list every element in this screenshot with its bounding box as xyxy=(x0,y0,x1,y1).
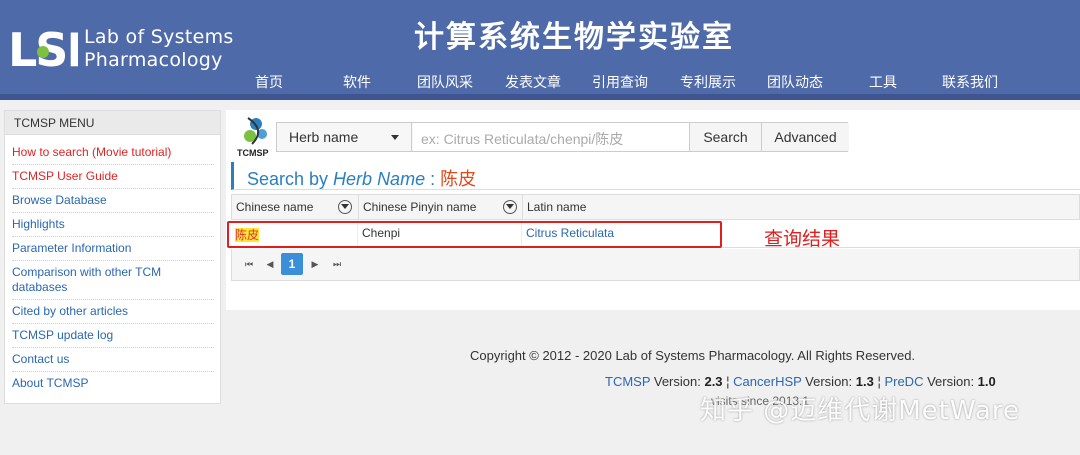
predc-link[interactable]: PreDC xyxy=(884,374,923,389)
menu-item-about[interactable]: About TCMSP xyxy=(12,372,214,395)
tcmsp-menu: TCMSP MENU How to search (Movie tutorial… xyxy=(4,110,221,404)
nav-contact[interactable]: 联系我们 xyxy=(942,72,998,92)
tcmsp-link[interactable]: TCMSP xyxy=(605,374,650,389)
site-header: LSP Lab of Systems Pharmacology 计算系统生物学实… xyxy=(0,0,1080,100)
result-annotation: 查询结果 xyxy=(764,228,841,250)
search-heading-field: Herb Name xyxy=(333,169,426,189)
site-title: 计算系统生物学实验室 xyxy=(414,20,734,55)
filter-icon[interactable] xyxy=(503,200,517,214)
version-label: Version: xyxy=(801,374,856,389)
menu-item-parameter-information[interactable]: Parameter Information xyxy=(12,237,214,261)
current-page[interactable]: 1 xyxy=(281,253,303,275)
grid-header: Chinese name Chinese Pinyin name Latin n… xyxy=(231,194,1080,220)
nav-patents[interactable]: 专利展示 xyxy=(680,72,736,92)
lsp-logo[interactable]: LSP xyxy=(8,22,78,74)
tcmsp-logo-text: TCMSP xyxy=(237,148,269,158)
column-header-chinese-name-label: Chinese name xyxy=(236,200,314,214)
search-bar: Herb name ex: Citrus Reticulata/chenpi/陈… xyxy=(276,122,849,152)
prev-page-icon[interactable]: ◀ xyxy=(259,253,281,275)
nav-software[interactable]: 软件 xyxy=(343,72,371,92)
separator: ¦ xyxy=(722,374,734,389)
column-header-latin-name-label: Latin name xyxy=(527,200,587,214)
nav-home[interactable]: 首页 xyxy=(255,72,283,92)
search-panel: TCMSP Herb name ex: Citrus Reticulata/ch… xyxy=(226,110,1080,310)
chevron-down-icon xyxy=(391,135,399,140)
copyright: Copyright © 2012 - 2020 Lab of Systems P… xyxy=(470,348,916,363)
search-heading-prefix: Search by xyxy=(247,169,334,189)
separator: ¦ xyxy=(873,374,885,389)
lab-name: Lab of Systems Pharmacology xyxy=(84,26,234,72)
watermark: 知乎 @迈维代谢MetWare xyxy=(700,396,1020,426)
search-button[interactable]: Search xyxy=(689,123,761,151)
search-type-value: Herb name xyxy=(289,129,359,145)
menu-item-update-log[interactable]: TCMSP update log xyxy=(12,324,214,348)
menu-title: TCMSP MENU xyxy=(5,111,220,135)
nav-publications[interactable]: 发表文章 xyxy=(505,72,561,92)
menu-item-how-to-search[interactable]: How to search (Movie tutorial) xyxy=(12,141,214,165)
next-page-icon[interactable]: ▶ xyxy=(304,253,326,275)
menu-item-cited-by[interactable]: Cited by other articles xyxy=(12,300,214,324)
version-label: Version: xyxy=(923,374,978,389)
search-type-select[interactable]: Herb name xyxy=(279,123,412,151)
predc-version: 1.0 xyxy=(977,374,996,389)
nav-news[interactable]: 团队动态 xyxy=(767,72,823,92)
search-heading-value: 陈皮 xyxy=(440,169,477,189)
search-input[interactable]: ex: Citrus Reticulata/chenpi/陈皮 xyxy=(413,123,689,151)
lab-name-line1: Lab of Systems xyxy=(84,26,234,48)
tcmsp-logo: TCMSP xyxy=(237,117,269,158)
footer: Copyright © 2012 - 2020 Lab of Systems P… xyxy=(222,318,1080,455)
menu-item-comparison[interactable]: Comparison with other TCM databases xyxy=(12,261,214,300)
column-header-pinyin-name[interactable]: Chinese Pinyin name xyxy=(359,195,523,219)
advanced-button[interactable]: Advanced xyxy=(761,123,849,151)
result-highlight-box xyxy=(227,221,722,248)
lab-name-line2: Pharmacology xyxy=(84,49,223,71)
search-heading-sep: : xyxy=(425,169,441,189)
pager: ⏮ ◀ 1 ▶ ⏭ xyxy=(231,249,1080,281)
menu-item-contact[interactable]: Contact us xyxy=(12,348,214,372)
nav-tools[interactable]: 工具 xyxy=(869,72,897,92)
first-page-icon[interactable]: ⏮ xyxy=(238,253,260,275)
column-header-pinyin-name-label: Chinese Pinyin name xyxy=(363,200,477,214)
menu-item-user-guide[interactable]: TCMSP User Guide xyxy=(12,165,214,189)
version-label: Version: xyxy=(650,374,705,389)
cancerhsp-link[interactable]: CancerHSP xyxy=(733,374,801,389)
menu-item-browse-database[interactable]: Browse Database xyxy=(12,189,214,213)
menu-item-highlights[interactable]: Highlights xyxy=(12,213,214,237)
menu-list: How to search (Movie tutorial) TCMSP Use… xyxy=(5,135,220,395)
search-heading: Search by Herb Name : 陈皮 xyxy=(231,162,1080,190)
filter-icon[interactable] xyxy=(338,200,352,214)
version-info: TCMSP Version: 2.3 ¦ CancerHSP Version: … xyxy=(605,374,996,389)
nav-team[interactable]: 团队风采 xyxy=(417,72,473,92)
column-header-latin-name[interactable]: Latin name xyxy=(523,195,1079,219)
tcmsp-version: 2.3 xyxy=(704,374,723,389)
header-divider xyxy=(0,94,1080,100)
column-header-chinese-name[interactable]: Chinese name xyxy=(232,195,359,219)
last-page-icon[interactable]: ⏭ xyxy=(326,253,348,275)
cancerhsp-version: 1.3 xyxy=(855,374,874,389)
nav-citations[interactable]: 引用查询 xyxy=(592,72,648,92)
